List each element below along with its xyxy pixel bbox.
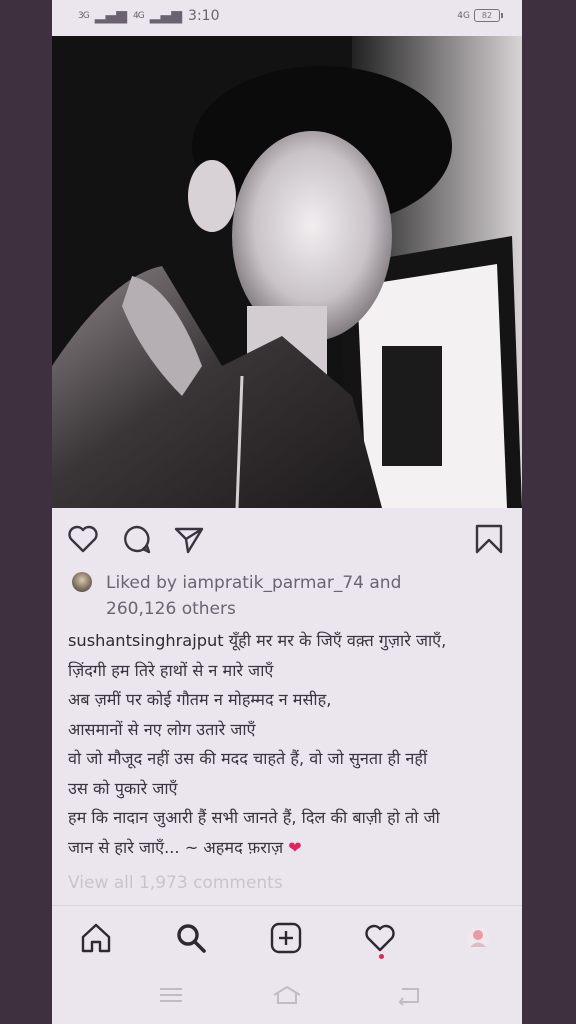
signal-2: 4G <box>133 10 145 21</box>
caption-line: आसमानों से नए लोग उतारे जाएँ <box>68 719 256 739</box>
activity-heart-icon[interactable] <box>362 920 398 956</box>
view-comments-link[interactable]: View all 1,973 comments <box>68 873 283 893</box>
caption: sushantsinghrajput यूँही मर मर के जिएँ व… <box>68 626 514 862</box>
caption-line: अब ज़मीं पर कोई गौतम न मोहम्मद न मसीह, <box>68 690 332 709</box>
add-post-icon[interactable] <box>268 920 304 956</box>
notification-dot <box>379 954 384 959</box>
liked-prefix: Liked by <box>106 573 183 593</box>
caption-username[interactable]: sushantsinghrajput <box>68 631 224 650</box>
liked-user[interactable]: iampratik_parmar_74 <box>182 573 364 593</box>
home-outline-icon[interactable] <box>272 984 302 1006</box>
bottom-nav <box>52 905 522 970</box>
caption-line: ज़िंदगी हम तिरे हाथों से न मारे जाएँ <box>68 660 274 680</box>
signal-bars-icon-2: ▂▄▆ <box>149 8 183 24</box>
photo-illustration <box>52 36 522 508</box>
network-type: 4G <box>457 10 470 21</box>
status-bar: 3G ▂▄▆ 4G ▂▄▆ 3:10 4G 82 <box>52 0 522 34</box>
phone-screen: 3G ▂▄▆ 4G ▂▄▆ 3:10 4G 82 Liked by iampra… <box>52 0 522 1024</box>
liked-count[interactable]: 260,126 others <box>106 599 236 619</box>
post-actions <box>52 516 522 562</box>
caption-line: वो जो मौजूद नहीं उस की मदद चाहते हैं, वो… <box>68 749 428 768</box>
red-heart-emoji: ❤ <box>288 837 302 857</box>
comment-icon[interactable] <box>120 522 154 556</box>
system-nav-bar <box>52 970 522 1024</box>
back-icon[interactable] <box>394 984 424 1006</box>
search-icon[interactable] <box>173 920 209 956</box>
clock: 3:10 <box>188 8 220 24</box>
battery-icon: 82 <box>474 9 503 22</box>
home-icon[interactable] <box>78 920 114 956</box>
heart-icon[interactable] <box>66 522 100 556</box>
signal-1: 3G <box>78 10 90 21</box>
caption-line: हम कि नादान जुआरी हैं सभी जानते हैं, दिल… <box>68 808 440 827</box>
profile-avatar[interactable] <box>460 920 496 956</box>
liked-and: and <box>363 573 402 593</box>
signal-bars-icon: ▂▄▆ <box>94 8 128 24</box>
liker-avatar[interactable] <box>72 572 92 592</box>
send-icon[interactable] <box>172 522 206 556</box>
caption-line: जान से हारे जाएँ... ~ अहमद फ़राज़ <box>68 837 284 857</box>
liked-by[interactable]: Liked by iampratik_parmar_74 and 260,126… <box>68 570 508 622</box>
caption-line: यूँही मर मर के जिएँ वक़्त गुज़ारे जाएँ, <box>228 631 447 650</box>
status-left: 3G ▂▄▆ 4G ▂▄▆ 3:10 <box>78 8 219 24</box>
menu-icon[interactable] <box>156 984 186 1006</box>
caption-line: उस को पुकारे जाएँ <box>68 778 178 798</box>
liked-by-text: Liked by iampratik_parmar_74 and 260,126… <box>106 570 508 622</box>
status-right: 4G 82 <box>457 9 503 22</box>
post-photo[interactable] <box>52 36 522 508</box>
bookmark-icon[interactable] <box>472 522 506 556</box>
